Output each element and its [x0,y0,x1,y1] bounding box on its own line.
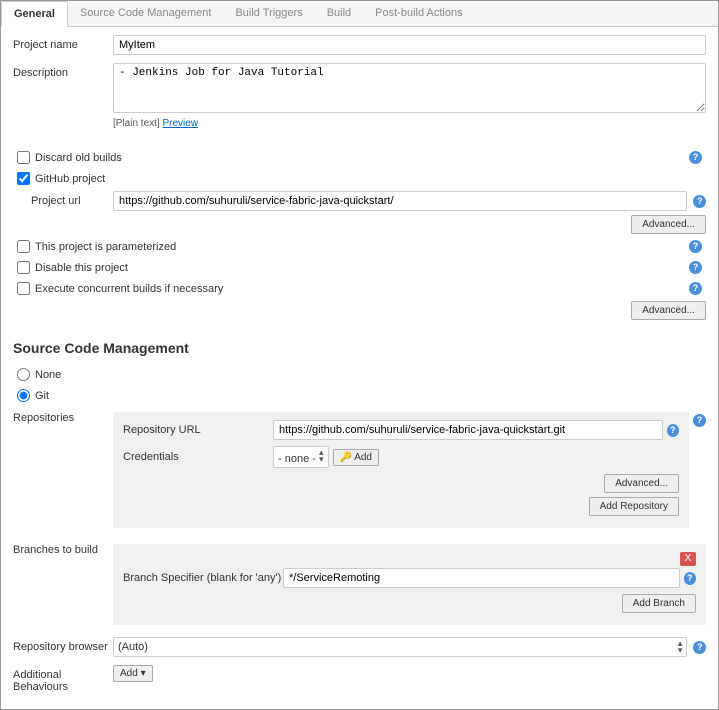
delete-branch-button[interactable]: X [680,552,696,566]
concurrent-builds-checkbox[interactable] [17,282,30,295]
description-textarea[interactable]: - Jenkins Job for Java Tutorial [113,63,706,113]
tab-build[interactable]: Build [315,1,363,26]
scm-git-radio[interactable] [17,389,30,402]
github-project-label: GitHub project [35,173,702,185]
project-name-label: Project name [13,35,113,51]
scm-none-radio[interactable] [17,368,30,381]
project-url-input[interactable] [113,191,687,211]
help-icon[interactable]: ? [693,414,706,427]
additional-behaviours-label: Additional Behaviours [13,665,113,693]
advanced-button[interactable]: Advanced... [631,301,706,320]
github-project-checkbox[interactable] [17,172,30,185]
add-credentials-button[interactable]: 🔑 Add [333,449,379,466]
repo-url-input[interactable] [273,420,663,440]
preview-link[interactable]: Preview [162,118,198,129]
advanced-button[interactable]: Advanced... [631,215,706,234]
tab-build-triggers[interactable]: Build Triggers [223,1,314,26]
discard-old-builds-label: Discard old builds [35,152,689,164]
disable-project-checkbox[interactable] [17,261,30,274]
parameterized-label: This project is parameterized [35,241,689,253]
credentials-label: Credentials [123,451,273,463]
tabs-bar: General Source Code Management Build Tri… [1,1,718,27]
add-repository-button[interactable]: Add Repository [589,497,679,516]
scm-heading: Source Code Management [13,340,706,356]
help-icon[interactable]: ? [689,240,702,253]
parameterized-checkbox[interactable] [17,240,30,253]
project-name-input[interactable] [113,35,706,55]
repo-url-label: Repository URL [123,424,273,436]
tab-post-build[interactable]: Post-build Actions [363,1,474,26]
scm-none-label: None [35,369,702,381]
add-branch-button[interactable]: Add Branch [622,594,696,613]
branches-label: Branches to build [13,540,113,556]
help-icon[interactable]: ? [689,261,702,274]
disable-project-label: Disable this project [35,262,689,274]
credentials-select[interactable]: - none - ▴▾ [273,446,329,468]
discard-old-builds-checkbox[interactable] [17,151,30,164]
branch-spec-label: Branch Specifier (blank for 'any') [123,572,283,584]
repo-browser-select[interactable]: (Auto)▴▾ [113,637,687,657]
repositories-label: Repositories [13,408,113,424]
help-icon[interactable]: ? [693,195,706,208]
help-icon[interactable]: ? [689,282,702,295]
scm-git-label: Git [35,390,702,402]
tab-general[interactable]: General [1,1,68,27]
add-behaviour-button[interactable]: Add ▾ [113,665,153,682]
description-label: Description [13,63,113,79]
help-icon[interactable]: ? [689,151,702,164]
plain-text-label: [Plain text] [113,118,160,129]
tab-scm[interactable]: Source Code Management [68,1,223,26]
help-icon[interactable]: ? [693,641,706,654]
repo-advanced-button[interactable]: Advanced... [604,474,679,493]
branch-spec-input[interactable] [283,568,680,588]
project-url-label: Project url [31,191,113,207]
repo-browser-label: Repository browser [13,637,113,653]
help-icon[interactable]: ? [684,572,696,585]
key-icon: 🔑 [340,452,352,463]
help-icon[interactable]: ? [667,424,679,437]
concurrent-builds-label: Execute concurrent builds if necessary [35,283,689,295]
